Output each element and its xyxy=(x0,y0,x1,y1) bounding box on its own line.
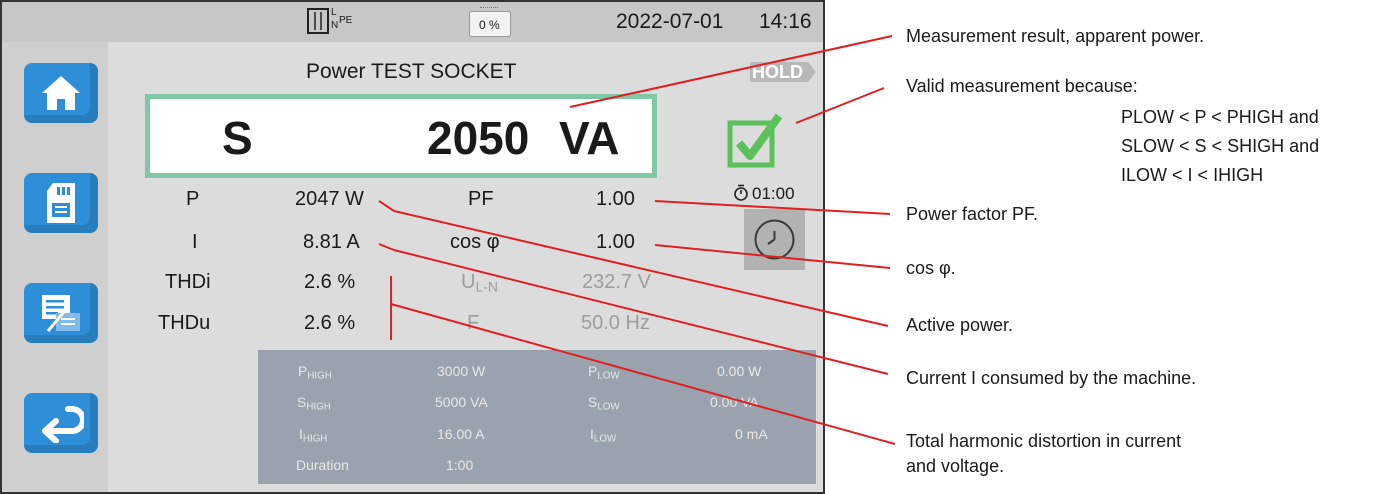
callout-lines xyxy=(378,35,896,445)
annotation-thd-line2: and voltage. xyxy=(906,456,1005,476)
annotation-valid-measurement: Valid measurement because: xyxy=(906,76,1138,96)
annotation-condition-i: ILOW < I < IHIGH xyxy=(1121,165,1264,185)
annotation-condition-p: PLOW < P < PHIGH and xyxy=(1121,107,1319,127)
annotation-active-power: Active power. xyxy=(906,315,1014,335)
annotation-cos-phi: cos φ. xyxy=(906,258,956,278)
annotation-thd-line1: Total harmonic distortion in current xyxy=(906,431,1182,451)
annotation-power-factor: Power factor PF. xyxy=(906,204,1039,224)
annotation-apparent-power: Measurement result, apparent power. xyxy=(906,26,1205,46)
annotation-current: Current I consumed by the machine. xyxy=(906,368,1197,388)
annotation-condition-s: SLOW < S < SHIGH and xyxy=(1121,136,1320,156)
